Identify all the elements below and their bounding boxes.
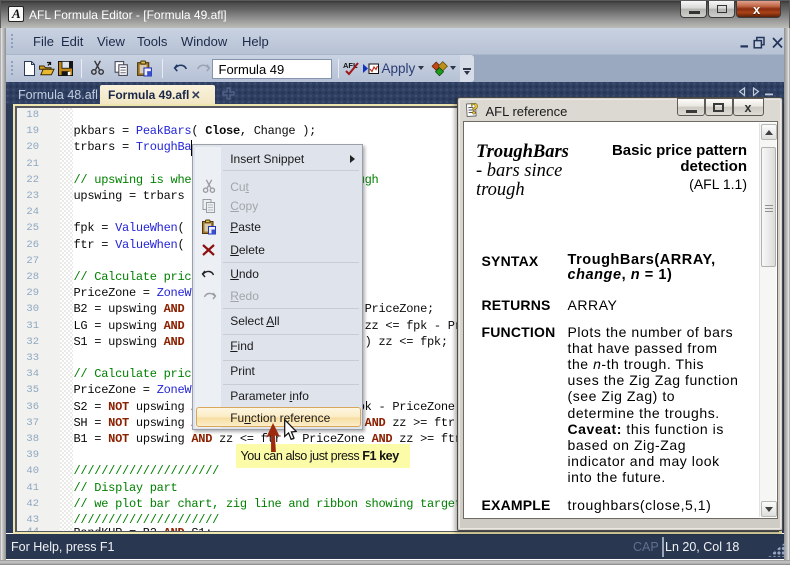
svg-text:?: ? bbox=[470, 101, 478, 117]
